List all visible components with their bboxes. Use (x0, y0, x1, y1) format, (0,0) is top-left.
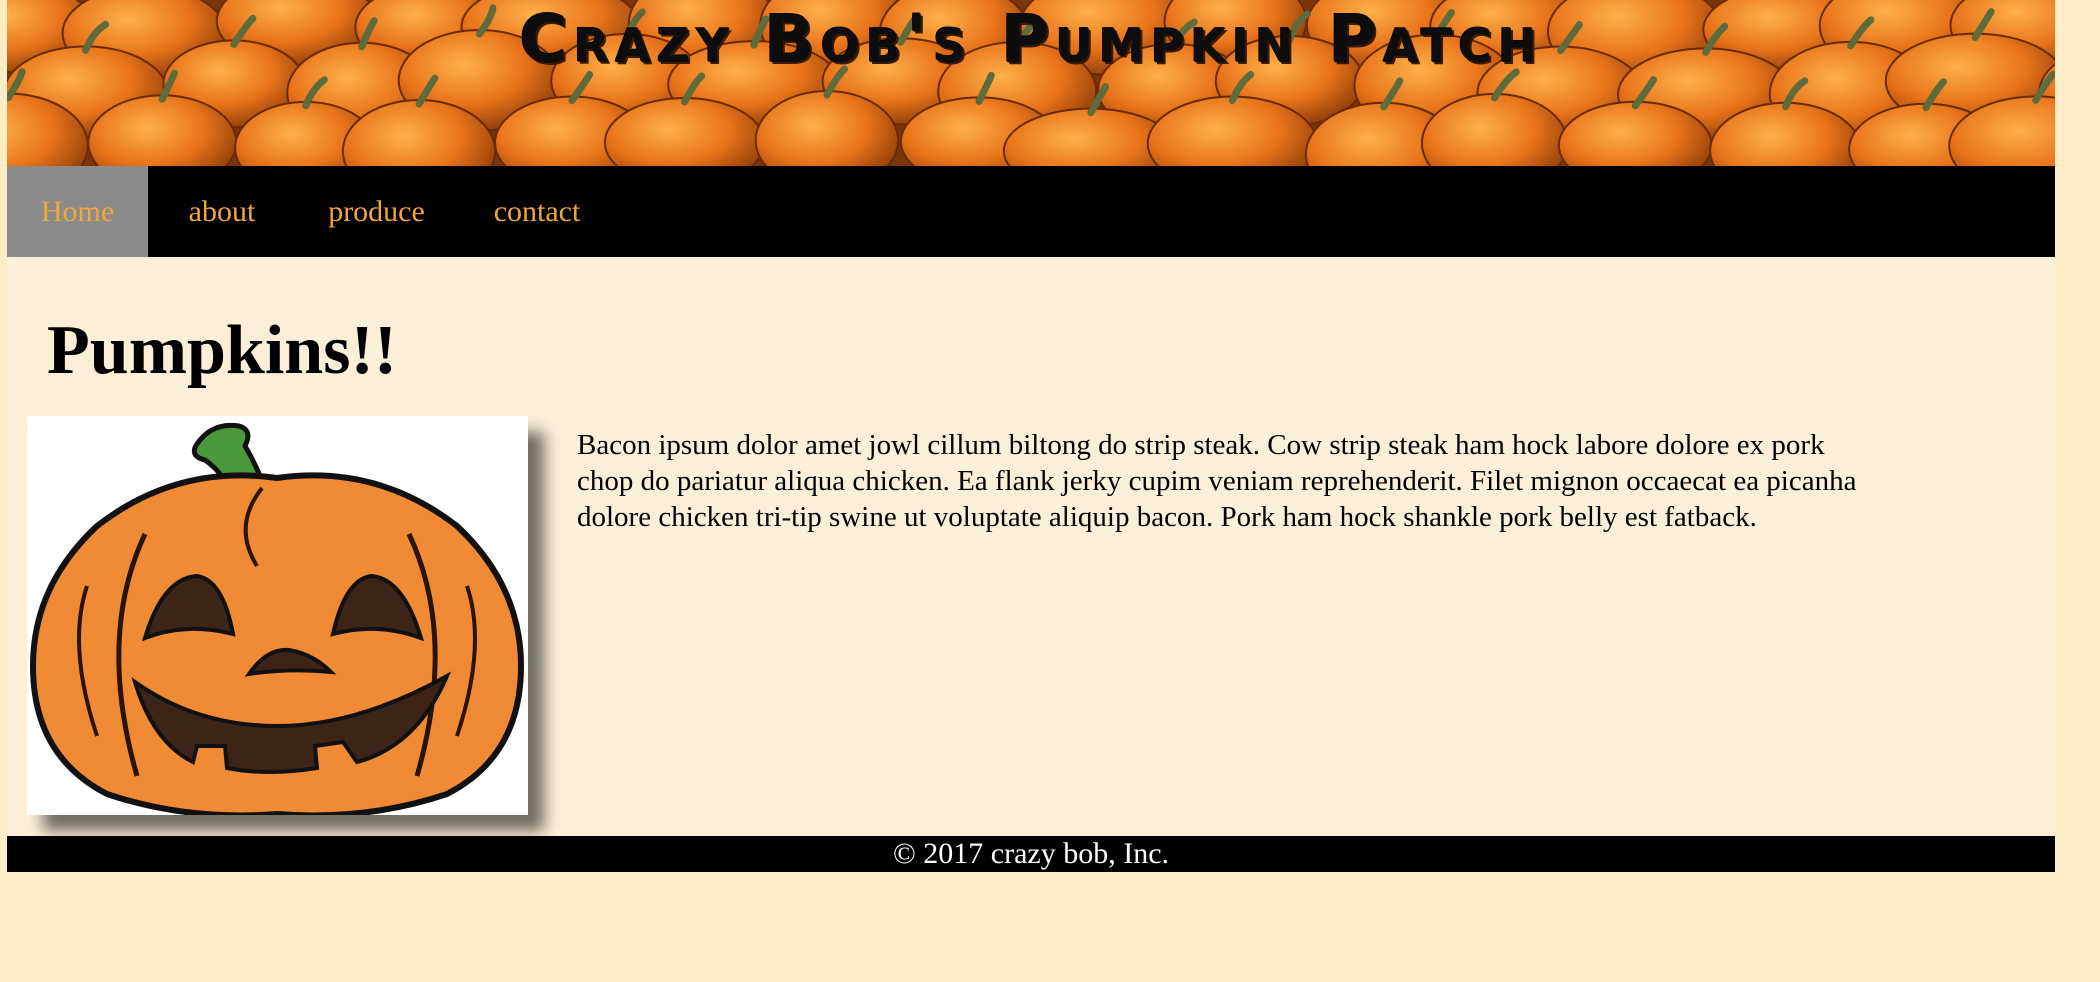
intro-paragraph: Bacon ipsum dolor amet jowl cillum bilto… (577, 429, 1857, 533)
main-content: Pumpkins!! Bacon ipsum dolor amet jowl c… (7, 257, 2055, 836)
nav-contact-link[interactable]: contact (457, 166, 617, 257)
nav-home-link[interactable]: Home (7, 166, 148, 257)
jack-o-lantern-image (27, 416, 528, 819)
site-title: Crazy Bob's Pumpkin Patch (519, 1, 1543, 78)
nav-about-link[interactable]: about (148, 166, 296, 257)
page-heading: Pumpkins!! (47, 312, 398, 389)
nav-produce-link[interactable]: produce (296, 166, 457, 257)
main-nav: Home about produce contact (7, 166, 2055, 257)
footer-copyright: © 2017 crazy bob, Inc. (7, 836, 2055, 872)
page: Crazy Bob's Pumpkin Patch Home about pro… (7, 0, 2055, 872)
header-banner: Crazy Bob's Pumpkin Patch (7, 0, 2055, 166)
